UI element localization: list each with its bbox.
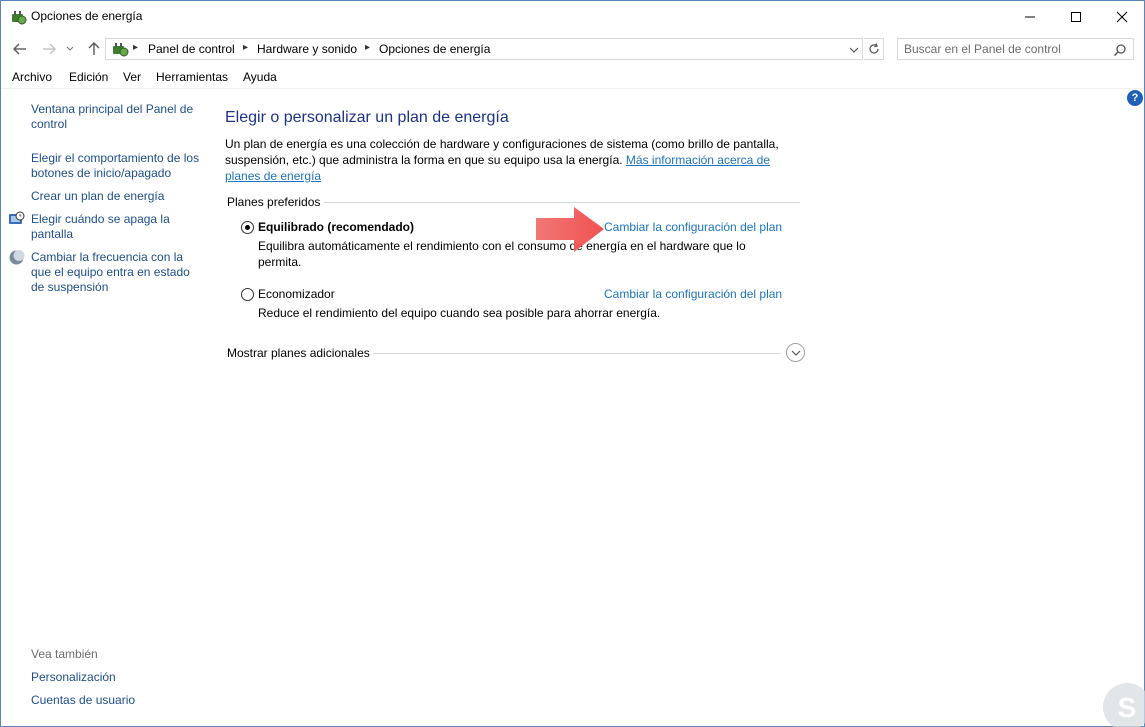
recent-locations-button[interactable] <box>63 38 77 60</box>
control-panel-window: Opciones de energía ▸ Panel de control ▸… <box>0 0 1145 727</box>
navigation-bar: ▸ Panel de control ▸ Hardware y sonido ▸… <box>1 36 1144 62</box>
expand-more-plans-button[interactable] <box>786 343 805 362</box>
refresh-icon <box>868 43 879 54</box>
sidebar-link-sleep[interactable]: Cambiar la frecuencia con la que el equi… <box>31 250 201 295</box>
plan-power-saver-settings-link[interactable]: Cambiar la configuración del plan <box>604 287 782 301</box>
watermark-logo-icon: S <box>1103 683 1145 727</box>
menu-archivo[interactable]: Archivo <box>12 70 52 84</box>
maximize-button[interactable] <box>1053 1 1099 32</box>
breadcrumb-panel-de-control[interactable]: Panel de control <box>148 42 235 56</box>
divider <box>1 88 1144 89</box>
breadcrumb-opciones-de-energia[interactable]: Opciones de energía <box>379 42 490 56</box>
up-button[interactable] <box>83 38 105 60</box>
menu-bar: Archivo Edición Ver Herramientas Ayuda <box>1 68 1144 88</box>
sidebar-link-power-buttons[interactable]: Elegir el comportamiento de los botones … <box>31 151 201 181</box>
sleep-moon-icon <box>9 250 25 265</box>
plan-balanced-settings-link[interactable]: Cambiar la configuración del plan <box>604 220 782 234</box>
plan-balanced-name[interactable]: Equilibrado (recomendado) <box>258 220 414 234</box>
plan-power-saver-name[interactable]: Economizador <box>258 287 335 301</box>
sidebar-link-display-off[interactable]: Elegir cuándo se apaga la pantalla <box>31 212 181 242</box>
back-arrow-icon <box>13 43 26 55</box>
sidebar-link-personalizacion[interactable]: Personalización <box>31 670 116 685</box>
chevron-down-icon <box>66 46 74 51</box>
plan-balanced-description: Equilibra automáticamente el rendimiento… <box>258 239 746 269</box>
annotation-arrow-icon <box>536 207 604 252</box>
minimize-icon <box>1025 16 1035 17</box>
breadcrumb-separator-icon: ▸ <box>243 42 249 53</box>
address-dropdown-button[interactable] <box>846 42 862 58</box>
sidebar-link-cuentas-de-usuario[interactable]: Cuentas de usuario <box>31 693 135 708</box>
plan-power-saver-radio[interactable] <box>241 288 254 301</box>
close-button[interactable] <box>1099 1 1145 32</box>
show-more-plans-label[interactable]: Mostrar planes adicionales <box>227 346 370 360</box>
breadcrumb-separator-icon: ▸ <box>133 42 139 53</box>
sidebar-link-create-plan[interactable]: Crear un plan de energía <box>31 189 201 204</box>
plan-power-saver-description: Reduce el rendimiento del equipo cuando … <box>258 306 661 320</box>
menu-herramientas[interactable]: Herramientas <box>156 70 228 84</box>
refresh-button[interactable] <box>864 38 884 60</box>
breadcrumb-separator-icon: ▸ <box>365 42 371 53</box>
back-button[interactable] <box>9 38 31 60</box>
chevron-down-icon <box>791 350 800 356</box>
display-clock-icon <box>9 211 25 224</box>
window-title: Opciones de energía <box>31 9 143 23</box>
minimize-button[interactable] <box>1007 1 1053 32</box>
page-title: Elegir o personalizar un plan de energía <box>225 109 509 126</box>
menu-ver[interactable]: Ver <box>123 70 141 84</box>
chevron-down-icon <box>849 47 859 53</box>
menu-ayuda[interactable]: Ayuda <box>243 70 277 84</box>
help-icon[interactable]: ? <box>1127 90 1143 106</box>
search-icon <box>1113 44 1126 57</box>
preferred-plans-label: Planes preferidos <box>227 195 321 209</box>
divider <box>373 353 781 354</box>
forward-button[interactable] <box>38 38 60 60</box>
up-arrow-icon <box>88 42 100 55</box>
breadcrumb-hardware-y-sonido[interactable]: Hardware y sonido <box>257 42 357 56</box>
address-bar[interactable]: ▸ Panel de control ▸ Hardware y sonido ▸… <box>105 38 863 60</box>
search-box[interactable] <box>897 38 1134 60</box>
svg-text:S: S <box>1118 692 1137 723</box>
power-options-icon <box>12 11 27 25</box>
power-options-icon <box>113 43 129 57</box>
title-bar: Opciones de energía <box>1 1 1144 32</box>
maximize-icon <box>1071 11 1081 22</box>
see-also-label: Vea también <box>31 647 98 661</box>
menu-edicion[interactable]: Edición <box>69 70 108 84</box>
forward-arrow-icon <box>43 43 56 55</box>
search-input[interactable] <box>904 42 1104 56</box>
page-description: Un plan de energía es una colección de h… <box>225 136 805 184</box>
plan-balanced-radio[interactable] <box>241 221 254 234</box>
close-icon <box>1116 11 1128 22</box>
sidebar-link-control-panel-home[interactable]: Ventana principal del Panel de control <box>31 102 201 132</box>
divider <box>324 202 800 203</box>
